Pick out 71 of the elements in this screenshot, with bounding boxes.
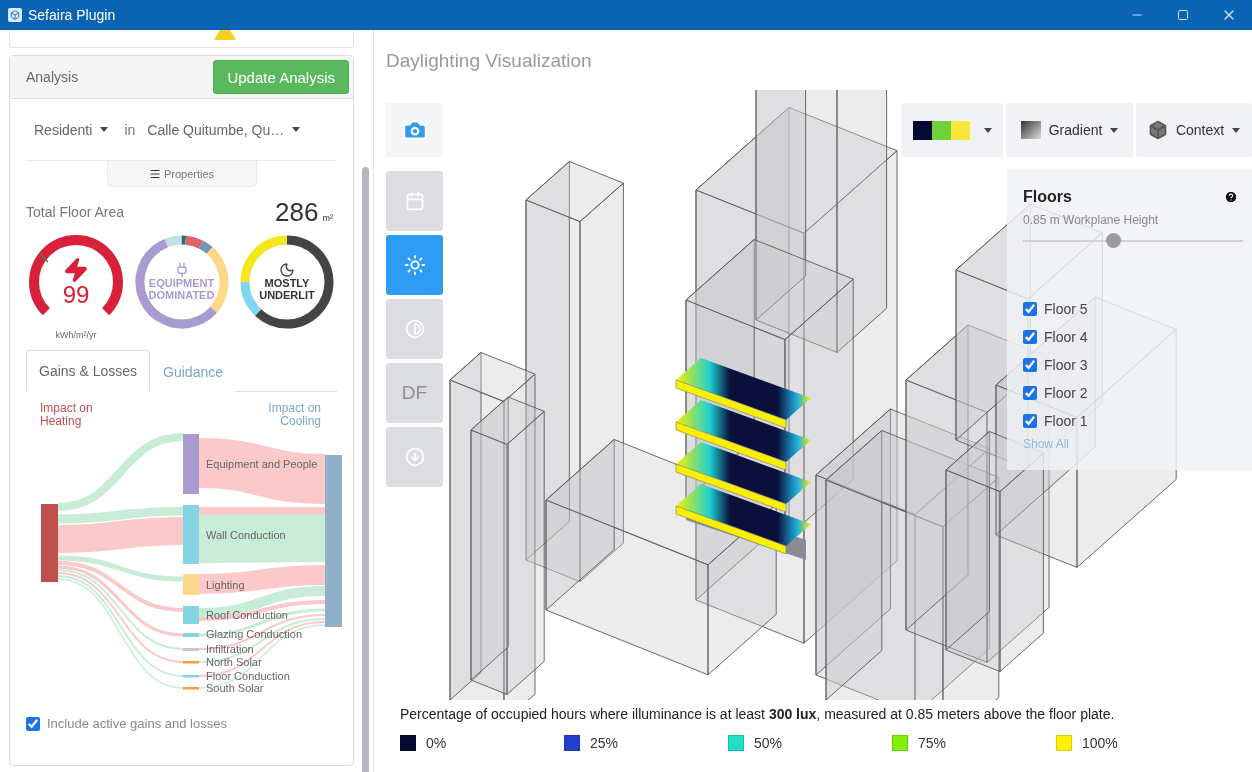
calendar-icon <box>404 191 425 211</box>
caret-icon <box>983 127 992 133</box>
floors-title: Floors <box>1023 188 1072 206</box>
legend-label: 25% <box>590 735 619 751</box>
gradient-dropdown[interactable]: Gradient <box>1006 103 1133 157</box>
floor-checkbox[interactable] <box>1023 358 1037 372</box>
palette-dropdown[interactable] <box>901 103 1003 157</box>
legend-caption: Percentage of occupied hours where illuminance is at least 300 lux, measured at 0.85 meters above the floor plate. <box>400 706 1116 722</box>
menu-icon <box>148 167 161 180</box>
viewport-title: Daylighting Visualization <box>386 49 593 73</box>
cube-icon <box>1147 120 1168 140</box>
properties-tab[interactable]: Properties <box>106 161 257 187</box>
caret-icon <box>292 127 301 132</box>
gauge-label: MOSTLY UNDERLIT <box>258 278 316 302</box>
legend-label: 100% <box>1082 735 1118 751</box>
floor-label: Floor 5 <box>1044 301 1088 317</box>
node-label: South Solar <box>206 682 264 695</box>
scrollbar[interactable] <box>362 167 369 772</box>
in-label: in <box>124 121 136 138</box>
gradient-icon <box>1020 121 1041 139</box>
contrast-icon <box>404 319 425 339</box>
slider-thumb[interactable] <box>1106 233 1122 248</box>
legend-label: 75% <box>918 735 947 751</box>
floor-label: Floor 3 <box>1044 357 1088 373</box>
floor-label: Floor 4 <box>1044 329 1088 345</box>
node-label: Roof Conduction <box>206 609 288 622</box>
card-title: Analysis <box>26 69 79 85</box>
location-dropdown[interactable]: Calle Quitumbe, Qu… <box>147 121 301 138</box>
node-label: Wall Conduction <box>206 528 286 541</box>
sun-icon <box>403 254 426 276</box>
node-label: Infiltration <box>206 643 254 656</box>
help-icon[interactable] <box>1224 190 1238 204</box>
floor-checkbox[interactable] <box>1023 386 1037 400</box>
workplane-label: 0.85 m Workplane Height <box>1023 213 1160 227</box>
energy-unit: kWh/m²/yr <box>55 330 97 340</box>
snapshot-button[interactable] <box>386 103 443 157</box>
heating-header: Impact on Heating <box>40 402 94 428</box>
building-type-dropdown[interactable]: Residenti <box>34 121 109 138</box>
floor-label: Floor 2 <box>1044 385 1088 401</box>
maximize-icon <box>1177 9 1189 21</box>
floor-area-label: Total Floor Area <box>26 204 125 220</box>
camera-icon <box>401 117 428 143</box>
tool-button[interactable] <box>386 235 443 295</box>
context-dropdown[interactable]: Context <box>1136 103 1252 157</box>
moon-icon <box>279 262 295 279</box>
app-icon <box>8 8 22 22</box>
floor-label: Floor 1 <box>1044 413 1088 429</box>
node-label: Glazing Conduction <box>206 628 302 641</box>
df-label: DF <box>401 382 428 404</box>
caret-icon <box>100 127 109 132</box>
floor-checkbox[interactable] <box>1023 330 1037 344</box>
tab[interactable]: Gains & Losses <box>26 350 151 392</box>
floor-area-value: 286 m² <box>275 197 333 228</box>
legend-label: 0% <box>426 735 447 751</box>
cooling-header: Impact on Cooling <box>267 402 321 428</box>
floor-checkbox[interactable] <box>1023 414 1037 428</box>
caret-icon <box>1232 127 1241 133</box>
node-label: Floor Conduction <box>206 670 290 683</box>
node-label: North Solar <box>206 656 262 669</box>
floor-checkbox[interactable] <box>1023 302 1037 316</box>
legend-label: 50% <box>754 735 783 751</box>
node-label: Equipment and People <box>206 458 318 471</box>
include-active-checkbox[interactable] <box>26 716 40 731</box>
checkbox-label: Include active gains and losses <box>47 716 227 732</box>
lightning-icon <box>63 257 89 283</box>
window-title: Sefaira Plugin <box>28 7 117 23</box>
gauge-label: EQUIPMENT DOMINATED <box>147 278 216 302</box>
caret-icon <box>1110 127 1119 133</box>
energy-value: 99 <box>62 283 90 307</box>
node-label: Lighting <box>206 578 245 591</box>
arrow-down-circle-icon <box>404 447 425 467</box>
